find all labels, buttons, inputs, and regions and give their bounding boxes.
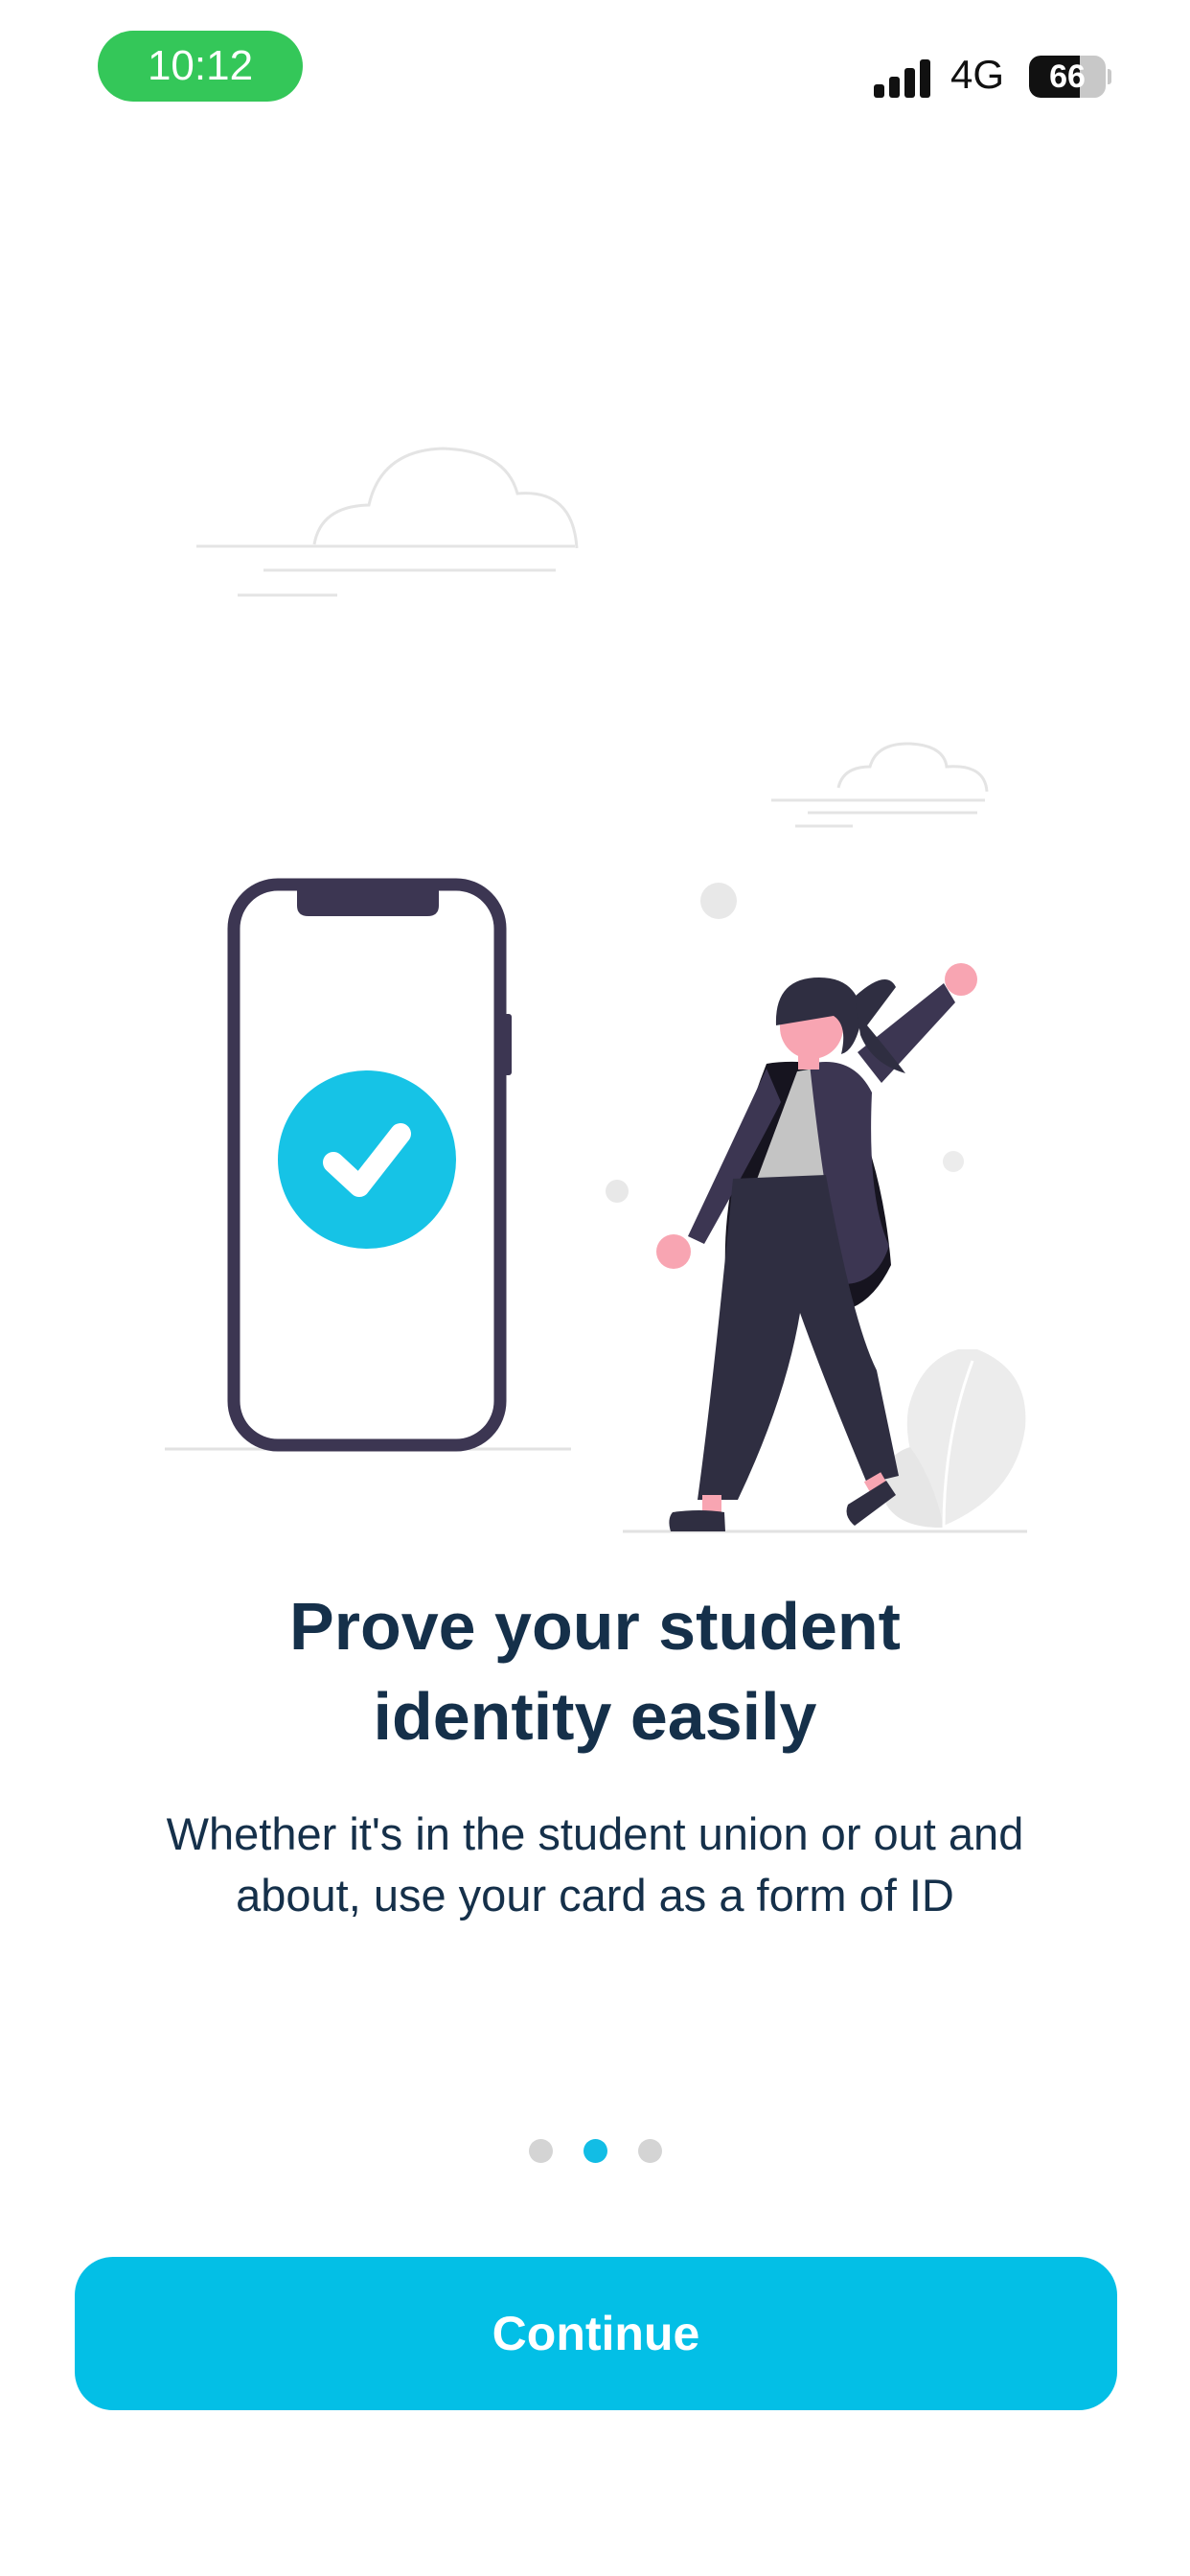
cloud-large-icon: [196, 447, 579, 597]
title-line: Prove your student: [289, 1589, 901, 1664]
description-line: Whether it's in the student union or out…: [166, 1808, 1024, 1859]
onboarding-title: Prove your student identity easily: [96, 1581, 1094, 1761]
phone-icon: [165, 878, 571, 1452]
decor-circle: [700, 883, 737, 919]
decor-circle: [943, 1151, 964, 1172]
continue-button[interactable]: Continue: [75, 2257, 1117, 2410]
decor-circle: [606, 1180, 629, 1203]
title-line: identity easily: [373, 1679, 817, 1754]
onboarding-illustration: [165, 447, 1027, 1533]
cloud-small-icon: [771, 742, 989, 828]
onboarding-description: Whether it's in the student union or out…: [86, 1804, 1104, 1926]
page-dot-3[interactable]: [637, 2139, 662, 2163]
page-dot-1[interactable]: [528, 2139, 553, 2163]
page-dot-2[interactable]: [583, 2139, 607, 2163]
page-indicator: [0, 2139, 1190, 2168]
description-line: about, use your card as a form of ID: [236, 1870, 954, 1920]
